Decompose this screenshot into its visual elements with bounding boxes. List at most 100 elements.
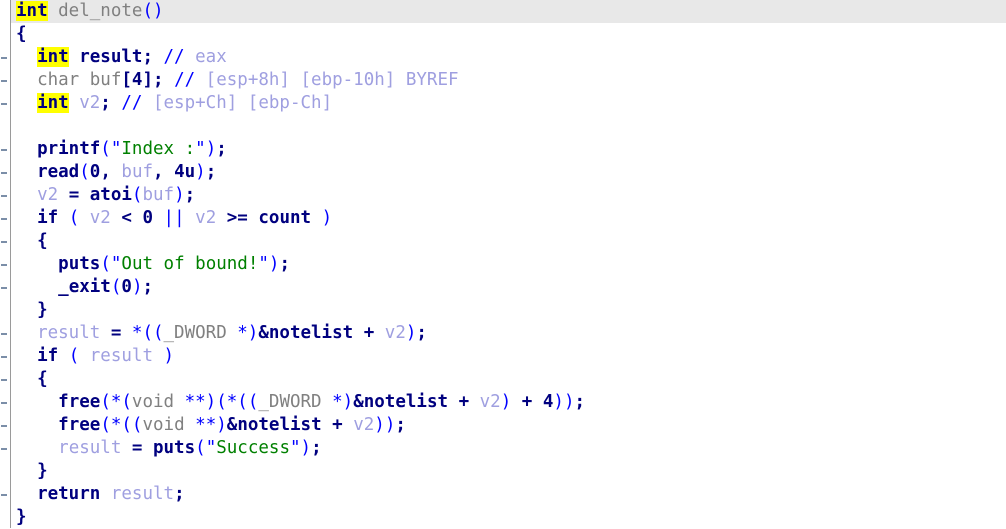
- code-line-4[interactable]: char buf[4]; // [esp+8h] [ebp-10h] BYREF: [0, 69, 1006, 92]
- token-keyword-if[interactable]: if: [37, 208, 58, 228]
- token-var-result[interactable]: result: [90, 346, 153, 366]
- token-num-0: 0: [142, 208, 153, 228]
- line-gutter[interactable]: [0, 0, 11, 528]
- token-comment-eax: eax: [184, 47, 227, 67]
- code-line-19[interactable]: free(*((void **)&notelist + v2));: [0, 414, 1006, 437]
- token-string-index[interactable]: Index :: [121, 139, 195, 159]
- token-brace-open: {: [37, 231, 48, 251]
- code-line-1[interactable]: int del_note(): [0, 0, 1006, 23]
- code-line-20[interactable]: result = puts("Success");: [0, 437, 1006, 460]
- gutter-mark: [1, 103, 7, 105]
- token-global-notelist[interactable]: &notelist: [258, 323, 353, 343]
- token-paren: *): [226, 323, 259, 343]
- code-line-2[interactable]: {: [0, 23, 1006, 46]
- token-paren: ): [268, 254, 280, 274]
- token-var-v2[interactable]: v2: [385, 323, 406, 343]
- token-quote: ": [110, 139, 122, 159]
- token-semicolon: ;: [574, 392, 586, 412]
- code-line-18[interactable]: free(*(void **)(*((_DWORD *)&notelist + …: [0, 391, 1006, 414]
- token-paren: **): [184, 415, 227, 435]
- token-comma: ,: [153, 162, 175, 182]
- code-line-23[interactable]: }: [0, 506, 1006, 529]
- pseudocode-view[interactable]: int del_note() { int result; // eax char…: [0, 0, 1006, 528]
- token-decl-result[interactable]: result;: [69, 47, 153, 67]
- token-type-char[interactable]: char buf: [37, 70, 121, 90]
- code-line-14[interactable]: }: [0, 299, 1006, 322]
- token-array-size: [4];: [121, 70, 164, 90]
- code-line-9[interactable]: v2 = atoi(buf);: [0, 184, 1006, 207]
- token-var-result[interactable]: result: [100, 484, 174, 504]
- token-string-success[interactable]: Success: [216, 438, 290, 458]
- token-var-v2[interactable]: v2: [195, 208, 216, 228]
- code-line-15[interactable]: result = *((_DWORD *)&notelist + v2);: [0, 322, 1006, 345]
- token-type-dword[interactable]: _DWORD: [164, 323, 227, 343]
- token-call-exit[interactable]: _exit: [58, 277, 111, 297]
- token-comment-marker: //: [163, 70, 196, 90]
- code-line-16[interactable]: if ( result ): [0, 345, 1006, 368]
- token-brace-close: }: [16, 507, 27, 527]
- token-global-count[interactable]: count: [258, 208, 311, 228]
- code-line-10[interactable]: if ( v2 < 0 || v2 >= count ): [0, 207, 1006, 230]
- token-type-void[interactable]: void: [132, 392, 174, 412]
- token-var-buf[interactable]: buf: [142, 185, 174, 205]
- code-line-3[interactable]: int result; // eax: [0, 46, 1006, 69]
- token-num-4: 4: [542, 392, 554, 412]
- code-line-5[interactable]: int v2; // [esp+Ch] [ebp-Ch]: [0, 92, 1006, 115]
- code-line-13[interactable]: _exit(0);: [0, 276, 1006, 299]
- token-var-result[interactable]: result: [58, 438, 121, 458]
- token-var-result[interactable]: result: [37, 323, 100, 343]
- token-keyword-return[interactable]: return: [37, 484, 100, 504]
- token-op-gte: >=: [216, 208, 259, 228]
- token-paren: *): [321, 392, 354, 412]
- token-var-buf[interactable]: buf: [121, 162, 153, 182]
- token-num-0: 0: [89, 162, 101, 182]
- token-keyword-int[interactable]: int: [16, 1, 48, 21]
- token-call-free[interactable]: free: [58, 415, 100, 435]
- code-line-22[interactable]: return result;: [0, 483, 1006, 506]
- code-line-6[interactable]: [0, 115, 1006, 138]
- token-comment-marker: //: [110, 93, 143, 113]
- token-function-name[interactable]: del_note: [48, 1, 142, 21]
- code-line-12[interactable]: puts("Out of bound!");: [0, 253, 1006, 276]
- token-var-v2[interactable]: v2: [37, 185, 58, 205]
- token-var-v2[interactable]: v2: [90, 208, 111, 228]
- token-var-v2[interactable]: v2: [480, 392, 501, 412]
- token-var-v2[interactable]: v2: [353, 415, 374, 435]
- token-paren: ): [131, 277, 143, 297]
- token-type-void[interactable]: void: [142, 415, 184, 435]
- code-line-7[interactable]: printf("Index :");: [0, 138, 1006, 161]
- token-keyword-if[interactable]: if: [37, 346, 58, 366]
- token-paren: ): [300, 438, 312, 458]
- token-type-dword[interactable]: _DWORD: [258, 392, 321, 412]
- token-paren: )): [374, 415, 396, 435]
- code-line-17[interactable]: {: [0, 368, 1006, 391]
- token-global-notelist[interactable]: &notelist: [227, 415, 322, 435]
- token-keyword-int[interactable]: int: [37, 93, 69, 113]
- token-string-out-of-bound[interactable]: Out of bound!: [121, 254, 258, 274]
- token-op-lt: <: [110, 208, 143, 228]
- token-keyword-int[interactable]: int: [37, 47, 69, 67]
- token-call-printf[interactable]: printf: [37, 139, 100, 159]
- token-semicolon: ;: [395, 415, 406, 435]
- code-line-8[interactable]: read(0, buf, 4u);: [0, 161, 1006, 184]
- token-global-notelist[interactable]: &notelist: [353, 392, 448, 412]
- code-line-11[interactable]: {: [0, 230, 1006, 253]
- token-call-puts[interactable]: puts: [58, 254, 100, 274]
- gutter-mark: [1, 333, 7, 335]
- code-area[interactable]: int del_note() { int result; // eax char…: [0, 0, 1006, 528]
- token-call-puts[interactable]: puts: [153, 438, 195, 458]
- token-call-free[interactable]: free: [58, 392, 100, 412]
- code-line-21[interactable]: }: [0, 460, 1006, 483]
- token-call-read[interactable]: read: [37, 162, 79, 182]
- gutter-mark: [1, 195, 7, 197]
- token-var-v2[interactable]: v2: [69, 93, 100, 113]
- token-call-atoi[interactable]: atoi: [90, 185, 132, 205]
